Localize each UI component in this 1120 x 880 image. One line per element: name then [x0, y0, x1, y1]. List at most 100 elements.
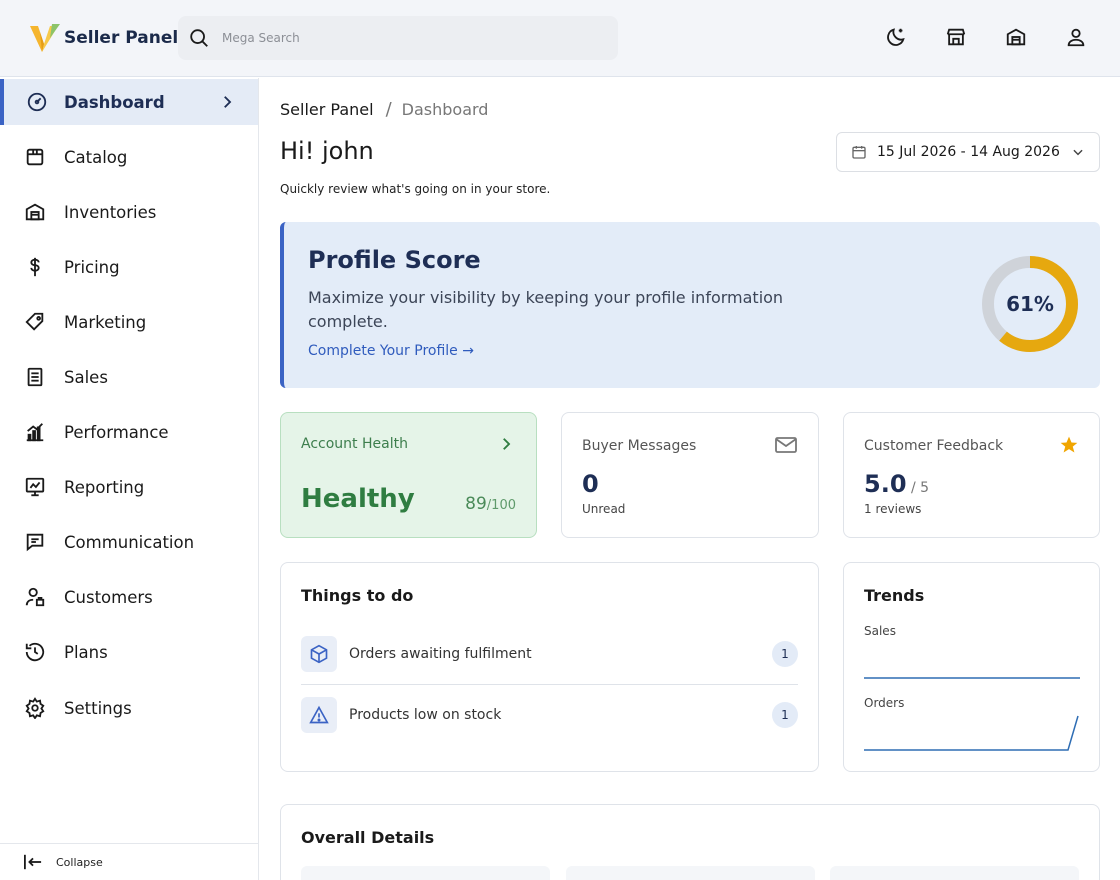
buyer-messages-count: 0	[582, 470, 599, 498]
customer-feedback-title: Customer Feedback	[864, 438, 1004, 454]
collapse-icon	[24, 854, 42, 870]
sidebar-item-label: Customers	[64, 587, 153, 607]
receipt-icon	[27, 367, 43, 387]
history-icon	[25, 642, 45, 662]
app-logo[interactable]: Seller Panel	[28, 22, 178, 54]
breadcrumb-current: Dashboard	[401, 100, 489, 119]
gear-icon	[25, 697, 45, 719]
user-icon[interactable]	[1065, 26, 1087, 48]
divider	[301, 684, 798, 685]
trends-orders-label: Orders	[864, 696, 905, 710]
dollar-icon	[30, 257, 40, 277]
sidebar-item-label: Catalog	[64, 147, 128, 167]
overall-detail-tile	[566, 866, 815, 880]
sidebar-item-label: Communication	[64, 532, 195, 552]
sidebar-item-label: Dashboard	[64, 92, 165, 112]
overall-detail-tile	[830, 866, 1079, 880]
calendar-icon	[852, 146, 866, 159]
sidebar: Dashboard Catalog Inventories Pricing Ma…	[0, 78, 259, 880]
account-health-status: Healthy	[301, 484, 415, 514]
profile-score-description: Maximize your visibility by keeping your…	[308, 288, 784, 331]
todo-count-badge: 1	[772, 702, 798, 728]
mail-icon	[775, 437, 797, 453]
sidebar-item-dashboard[interactable]: Dashboard	[0, 79, 258, 125]
chevron-right-icon	[503, 438, 511, 450]
customer-feedback-card[interactable]: Customer Feedback 5.0 / 5 1 reviews	[843, 412, 1100, 538]
logo-mark-icon	[30, 24, 60, 52]
search-icon	[190, 29, 208, 47]
sidebar-item-label: Performance	[64, 422, 169, 442]
sales-sparkline	[864, 677, 1080, 679]
sidebar-item-customers[interactable]: Customers	[0, 574, 258, 620]
star-icon	[1060, 436, 1078, 453]
account-health-score: 89/100	[465, 494, 516, 514]
sidebar-item-label: Marketing	[64, 312, 147, 332]
profile-score-card: Profile Score Maximize your visibility b…	[280, 222, 1100, 388]
sidebar-item-sales[interactable]: Sales	[0, 354, 258, 400]
catalog-icon	[26, 148, 44, 166]
orders-sparkline	[864, 715, 1079, 751]
overall-details-title: Overall Details	[301, 828, 435, 847]
chat-icon	[26, 533, 44, 552]
sidebar-item-label: Sales	[64, 367, 108, 387]
sidebar-item-reporting[interactable]: Reporting	[0, 464, 258, 510]
complete-profile-link[interactable]: Complete Your Profile →	[308, 343, 474, 359]
sidebar-item-plans[interactable]: Plans	[0, 629, 258, 675]
chevron-right-icon	[224, 96, 232, 108]
sidebar-item-label: Plans	[64, 642, 108, 662]
buyer-messages-card[interactable]: Buyer Messages 0 Unread	[561, 412, 819, 538]
sidebar-item-inventories[interactable]: Inventories	[0, 189, 258, 235]
breadcrumb-root[interactable]: Seller Panel	[280, 100, 374, 119]
account-health-title: Account Health	[301, 436, 408, 452]
profile-score-title: Profile Score	[308, 246, 481, 274]
todo-item-orders[interactable]: Orders awaiting fulfilment 1	[301, 635, 798, 673]
warehouse-icon[interactable]	[1005, 26, 1027, 48]
account-health-card[interactable]: Account Health Healthy 89/100	[280, 412, 537, 538]
sidebar-item-pricing[interactable]: Pricing	[0, 244, 258, 290]
trends-title: Trends	[864, 586, 925, 605]
collapse-button[interactable]: Collapse	[0, 843, 258, 880]
sidebar-item-marketing[interactable]: Marketing	[0, 299, 258, 345]
chevron-down-icon	[1073, 149, 1083, 156]
report-icon	[25, 477, 45, 497]
tag-icon	[25, 312, 44, 331]
sidebar-item-label: Inventories	[64, 202, 157, 222]
box-icon	[310, 644, 328, 664]
todo-item-low-stock[interactable]: Products low on stock 1	[301, 696, 798, 734]
customer-feedback-rating: 5.0 / 5	[864, 470, 930, 498]
trends-sales-label: Sales	[864, 624, 896, 638]
sidebar-item-label: Settings	[64, 698, 132, 718]
page-title: Hi! john	[280, 137, 374, 165]
storefront-icon[interactable]	[945, 26, 967, 48]
overall-details-card: Overall Details	[280, 804, 1100, 880]
search-input[interactable]	[222, 31, 582, 45]
sidebar-item-label: Reporting	[64, 477, 145, 497]
customer-feedback-sub: 1 reviews	[864, 502, 922, 516]
trends-card: Trends Sales Orders	[843, 562, 1100, 772]
top-bar: Seller Panel	[0, 0, 1120, 77]
profile-score-percent: 61%	[1006, 292, 1054, 316]
date-range-picker[interactable]: 15 Jul 2026 - 14 Aug 2026	[836, 132, 1100, 172]
mega-search[interactable]	[178, 16, 618, 60]
overall-detail-tile	[301, 866, 550, 880]
app-name: Seller Panel	[64, 28, 179, 48]
gauge-icon	[27, 92, 47, 112]
sidebar-item-catalog[interactable]: Catalog	[0, 134, 258, 180]
date-range-value: 15 Jul 2026 - 14 Aug 2026	[877, 144, 1060, 160]
page-subtitle: Quickly review what's going on in your s…	[280, 182, 551, 196]
todo-item-label: Products low on stock	[349, 707, 502, 723]
warehouse-icon	[25, 203, 45, 221]
sidebar-item-label: Pricing	[64, 257, 120, 277]
sidebar-item-settings[interactable]: Settings	[0, 685, 258, 731]
buyer-messages-title: Buyer Messages	[582, 438, 697, 454]
moon-icon[interactable]	[885, 26, 907, 48]
things-to-do-title: Things to do	[301, 586, 414, 605]
collapse-label: Collapse	[56, 855, 103, 869]
sidebar-item-performance[interactable]: Performance	[0, 409, 258, 455]
sidebar-item-communication[interactable]: Communication	[0, 519, 258, 565]
buyer-messages-sub: Unread	[582, 502, 626, 516]
todo-count-badge: 1	[772, 641, 798, 667]
breadcrumb: Seller Panel / Dashboard	[280, 99, 488, 120]
bar-chart-icon	[26, 423, 44, 442]
things-to-do-card: Things to do Orders awaiting fulfilment …	[280, 562, 819, 772]
